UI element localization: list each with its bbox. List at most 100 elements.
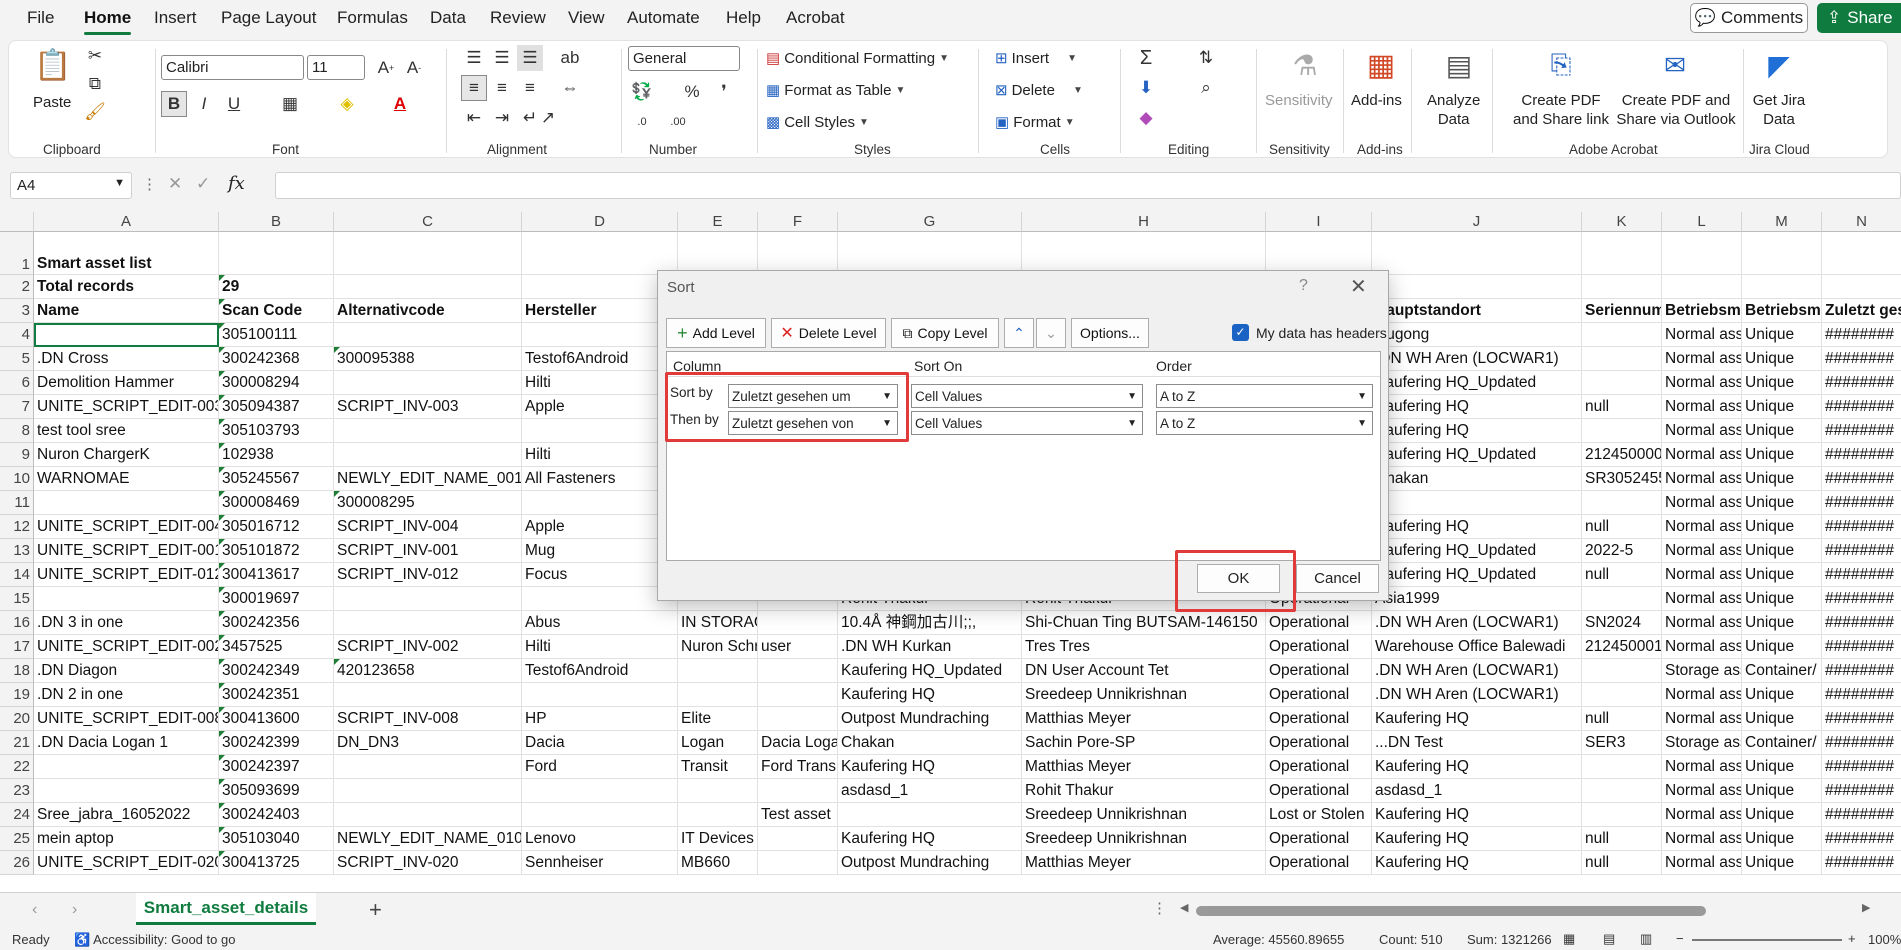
cell[interactable]: Operational bbox=[1266, 851, 1372, 875]
cell[interactable]: UNITE_SCRIPT_EDIT-004 bbox=[34, 515, 219, 539]
cell[interactable]: ######## bbox=[1822, 827, 1901, 851]
cell[interactable]: Kaufering HQ_Updated bbox=[1372, 563, 1582, 587]
find-select-icon[interactable]: ⌕ bbox=[1193, 75, 1219, 101]
cell[interactable]: Matthias Meyer bbox=[1022, 851, 1266, 875]
cell[interactable]: Operational bbox=[1266, 755, 1372, 779]
cell[interactable] bbox=[678, 803, 758, 827]
cell[interactable]: ######## bbox=[1822, 851, 1901, 875]
cell[interactable]: ######## bbox=[1822, 803, 1901, 827]
bold-icon[interactable]: B bbox=[161, 91, 187, 117]
cell[interactable]: Smart asset list bbox=[34, 232, 219, 275]
cell[interactable]: Scan Code bbox=[219, 299, 334, 323]
cell[interactable]: Elite bbox=[678, 707, 758, 731]
cell[interactable]: Container/ bbox=[1742, 659, 1822, 683]
cell[interactable]: Kaufering HQ bbox=[1372, 515, 1582, 539]
cell[interactable]: ######## bbox=[1822, 323, 1901, 347]
cell[interactable]: Hauptstandort bbox=[1372, 299, 1582, 323]
name-box[interactable]: A4 ▼ bbox=[10, 172, 132, 199]
cell[interactable]: Unique bbox=[1742, 683, 1822, 707]
column-header-B[interactable]: B bbox=[219, 212, 334, 232]
zoom-out-icon[interactable]: − bbox=[1676, 931, 1684, 946]
cell[interactable]: Sree_jabra_16052022 bbox=[34, 803, 219, 827]
cell[interactable] bbox=[678, 232, 758, 275]
cell[interactable] bbox=[1372, 232, 1582, 275]
cell[interactable]: .DN Diagon bbox=[34, 659, 219, 683]
row-header[interactable]: 7 bbox=[0, 395, 34, 419]
cell[interactable] bbox=[1582, 371, 1662, 395]
add-ins-icon[interactable]: ▦ bbox=[1361, 45, 1401, 85]
column-header-G[interactable]: G bbox=[838, 212, 1022, 232]
cell[interactable]: Normal asset bbox=[1662, 587, 1742, 611]
align-right-icon[interactable]: ≡ bbox=[517, 75, 543, 101]
cell[interactable]: Unique bbox=[1742, 587, 1822, 611]
cell[interactable]: Unique bbox=[1742, 491, 1822, 515]
cell[interactable]: Total records bbox=[34, 275, 219, 299]
cell[interactable]: Storage asset bbox=[1662, 731, 1742, 755]
cell[interactable]: 300019697 bbox=[219, 587, 334, 611]
cell[interactable]: 300413600 bbox=[219, 707, 334, 731]
cell[interactable]: 305094387 bbox=[219, 395, 334, 419]
jira-icon[interactable]: ◤ bbox=[1759, 45, 1799, 85]
cell[interactable]: SER3 bbox=[1582, 731, 1662, 755]
cell[interactable]: Sennheiser bbox=[522, 851, 678, 875]
create-pdf-share-link-button[interactable]: Create PDF and Share link bbox=[1501, 91, 1621, 129]
cell[interactable]: SCRIPT_INV-004 bbox=[334, 515, 522, 539]
column-header-C[interactable]: C bbox=[334, 212, 522, 232]
cell[interactable] bbox=[34, 587, 219, 611]
paste-icon[interactable]: 📋 bbox=[33, 45, 73, 85]
help-icon[interactable]: ? bbox=[1299, 277, 1308, 295]
cell[interactable] bbox=[838, 803, 1022, 827]
underline-icon[interactable]: U bbox=[221, 91, 247, 117]
cell[interactable]: Normal asset bbox=[1662, 755, 1742, 779]
cut-icon[interactable]: ✂ bbox=[82, 43, 108, 69]
cell[interactable] bbox=[334, 443, 522, 467]
cell[interactable]: 102938 bbox=[219, 443, 334, 467]
cell[interactable]: asdasd_1 bbox=[838, 779, 1022, 803]
cell[interactable]: Apple bbox=[522, 515, 678, 539]
cell[interactable]: SCRIPT_INV-020 bbox=[334, 851, 522, 875]
cell[interactable]: Operational bbox=[1266, 731, 1372, 755]
cell[interactable] bbox=[522, 419, 678, 443]
cell[interactable]: Operational bbox=[1266, 659, 1372, 683]
cell[interactable]: All Fasteners bbox=[522, 467, 678, 491]
column-header-M[interactable]: M bbox=[1742, 212, 1822, 232]
font-name-select[interactable]: Calibri bbox=[161, 55, 304, 80]
zoom-in-icon[interactable]: + bbox=[1848, 931, 1856, 946]
row-header[interactable]: 13 bbox=[0, 539, 34, 563]
get-jira-data-button[interactable]: Get Jira Data bbox=[1744, 91, 1814, 129]
row-header[interactable]: 23 bbox=[0, 779, 34, 803]
fill-icon[interactable]: ⬇ bbox=[1133, 75, 1159, 101]
cell[interactable]: MB660 bbox=[678, 851, 758, 875]
align-center-icon[interactable]: ≡ bbox=[489, 75, 515, 101]
cell[interactable]: Unique bbox=[1742, 851, 1822, 875]
cell[interactable] bbox=[334, 371, 522, 395]
cell[interactable]: Chakan bbox=[838, 731, 1022, 755]
cell[interactable] bbox=[334, 419, 522, 443]
row-header[interactable]: 9 bbox=[0, 443, 34, 467]
cell[interactable] bbox=[1582, 659, 1662, 683]
cell[interactable]: ######## bbox=[1822, 611, 1901, 635]
shrink-font-icon[interactable]: A- bbox=[401, 55, 427, 81]
cell[interactable]: ######## bbox=[1822, 419, 1901, 443]
cell[interactable] bbox=[1582, 491, 1662, 515]
cell[interactable] bbox=[1822, 232, 1901, 275]
cell[interactable]: user bbox=[758, 635, 838, 659]
cell[interactable]: Alternativcode bbox=[334, 299, 522, 323]
cell[interactable]: 300008294 bbox=[219, 371, 334, 395]
cell[interactable]: SCRIPT_INV-002 bbox=[334, 635, 522, 659]
cell[interactable]: 29 bbox=[219, 275, 334, 299]
cell[interactable] bbox=[1266, 232, 1372, 275]
cell[interactable]: Unique bbox=[1742, 467, 1822, 491]
cell[interactable]: ######## bbox=[1822, 755, 1901, 779]
tab-automate[interactable]: Automate bbox=[627, 8, 700, 28]
cell[interactable]: Apple bbox=[522, 395, 678, 419]
cell[interactable] bbox=[678, 683, 758, 707]
then-by-sort-on-select[interactable]: Cell Values ▼ bbox=[911, 411, 1143, 435]
cell[interactable] bbox=[34, 491, 219, 515]
create-pdf-outlook-button[interactable]: Create PDF and Share via Outlook bbox=[1609, 91, 1743, 129]
cell[interactable] bbox=[678, 779, 758, 803]
cell[interactable]: Kaufering HQ bbox=[1372, 803, 1582, 827]
align-top-icon[interactable]: ☰ bbox=[461, 45, 487, 71]
cell[interactable]: Unique bbox=[1742, 635, 1822, 659]
cell[interactable] bbox=[1742, 232, 1822, 275]
